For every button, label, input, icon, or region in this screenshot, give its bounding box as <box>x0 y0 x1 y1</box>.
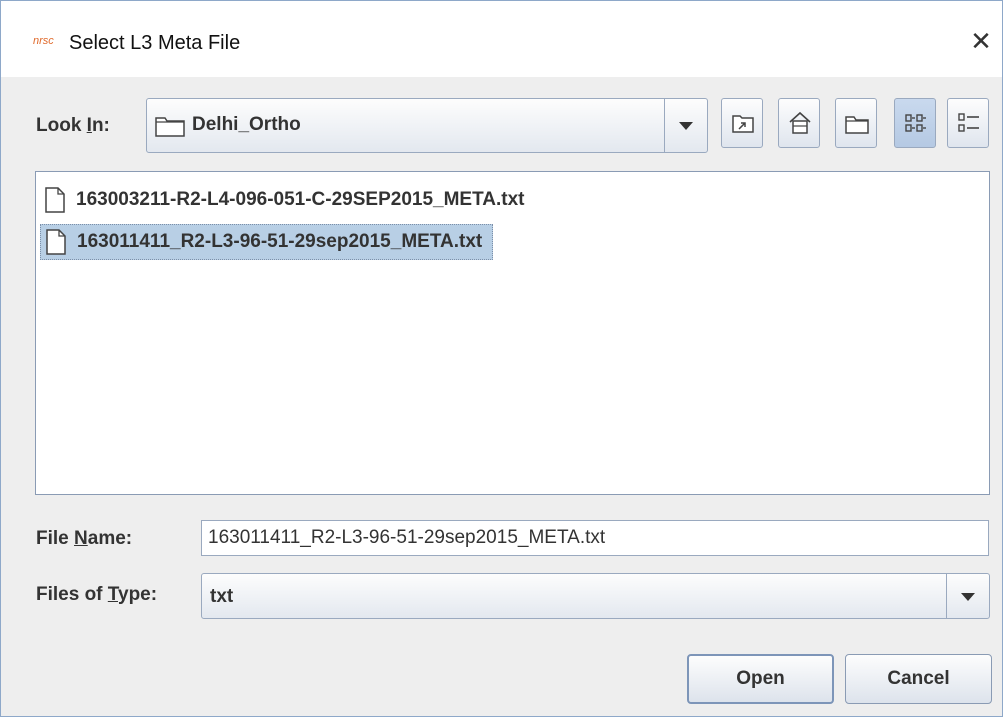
chevron-down-icon <box>961 593 975 601</box>
file-icon <box>45 187 65 213</box>
look-in-value: Delhi_Ortho <box>192 114 301 135</box>
file-name-input[interactable]: 163011411_R2-L3-96-51-29sep2015_META.txt <box>201 520 989 556</box>
details-view-button[interactable] <box>947 98 989 148</box>
home-icon <box>789 111 811 134</box>
new-folder-icon <box>845 116 869 134</box>
file-type-dropdown-button[interactable] <box>946 574 989 618</box>
file-type-label-suffix: ype: <box>118 584 158 605</box>
file-name-label-text: File <box>36 528 75 549</box>
new-folder-button[interactable] <box>835 98 877 148</box>
file-name-label-suffix: ame: <box>87 528 133 549</box>
file-list-item[interactable]: 163003211-R2-L4-096-051-C-29SEP2015_META… <box>40 182 535 218</box>
up-one-level-icon <box>732 115 754 133</box>
chevron-down-icon <box>679 122 693 130</box>
look-in-dropdown-button[interactable] <box>664 99 707 152</box>
file-chooser-dialog: nrsc Select L3 Meta File ✕ Look In: Delh… <box>0 0 1003 717</box>
file-type-label-text: Files of <box>36 584 108 605</box>
file-name: 163011411_R2-L3-96-51-29sep2015_META.txt <box>77 231 483 252</box>
look-in-combo[interactable]: Delhi_Ortho <box>146 98 708 153</box>
file-list[interactable]: 163003211-R2-L4-096-051-C-29SEP2015_META… <box>35 171 990 495</box>
file-name: 163003211-R2-L4-096-051-C-29SEP2015_META… <box>76 189 525 210</box>
file-name-label-mnemonic: N <box>74 528 88 549</box>
app-logo: nrsc <box>33 35 54 47</box>
file-list-item-selected[interactable]: 163011411_R2-L3-96-51-29sep2015_META.txt <box>40 224 494 260</box>
folder-icon <box>155 117 185 137</box>
open-button[interactable]: Open <box>687 654 834 704</box>
list-view-icon <box>905 114 926 132</box>
dialog-title: Select L3 Meta File <box>69 32 241 54</box>
file-type-value: txt <box>210 586 234 607</box>
list-view-button[interactable] <box>894 98 936 148</box>
look-in-label-suffix: n: <box>91 115 110 136</box>
title-bar: nrsc Select L3 Meta File ✕ <box>1 1 1002 77</box>
up-one-level-button[interactable] <box>721 98 763 148</box>
file-type-label: Files of Type: <box>36 584 157 606</box>
cancel-button[interactable]: Cancel <box>845 654 992 704</box>
file-type-combo[interactable]: txt <box>201 573 990 619</box>
home-button[interactable] <box>778 98 820 148</box>
file-icon <box>46 229 66 255</box>
details-view-icon <box>958 113 979 132</box>
look-in-label-text: Look <box>36 115 87 136</box>
file-name-label: File Name: <box>36 528 132 550</box>
look-in-label: Look In: <box>36 115 110 137</box>
file-type-label-mnemonic: T <box>107 584 118 605</box>
close-button[interactable]: ✕ <box>966 27 996 57</box>
